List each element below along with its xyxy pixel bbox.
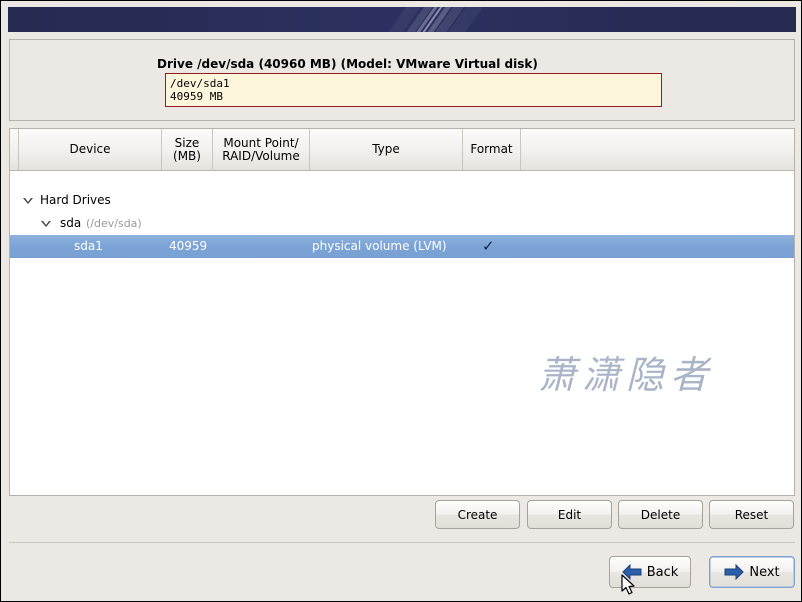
app-banner [8,7,796,32]
drive-graph-panel: Drive /dev/sda (40960 MB) (Model: VMware… [9,39,795,121]
arrow-left-icon [622,564,642,580]
drive-title: Drive /dev/sda (40960 MB) (Model: VMware… [157,57,538,71]
column-header-size[interactable]: Size (MB) [162,129,213,170]
table-row[interactable]: sda1 40959 physical volume (LVM) ✓ [10,235,794,258]
column-header-device[interactable]: Device [18,129,162,170]
table-row[interactable]: sda (/dev/sda) [10,212,794,235]
delete-button[interactable]: Delete [618,500,703,529]
column-header-type[interactable]: Type [310,129,463,170]
next-button-label: Next [749,564,780,580]
cell-device: sda [60,216,82,230]
format-check-icon: ✓ [482,237,495,255]
cell-type: physical volume (LVM) [312,239,447,253]
partition-bar-name: /dev/sda1 [170,77,230,90]
back-button[interactable]: Back [609,556,691,588]
watermark-text: 萧潇隐者 [538,353,715,397]
edit-button[interactable]: Edit [527,500,612,529]
column-header-format[interactable]: Format [463,129,521,170]
cell-size: 40959 [169,239,208,253]
table-row[interactable]: Hard Drives [10,189,794,212]
partition-bar-size: 40959 MB [170,90,223,103]
expander-triangle-icon[interactable] [23,198,33,204]
create-button[interactable]: Create [435,500,520,529]
installer-window: Drive /dev/sda (40960 MB) (Model: VMware… [0,0,802,602]
column-header-mount-point[interactable]: Mount Point/ RAID/Volume [213,129,310,170]
partition-tree-panel: Device Size (MB) Mount Point/ RAID/Volum… [9,128,795,496]
expander-triangle-icon[interactable] [41,221,51,227]
table-header-row: Device Size (MB) Mount Point/ RAID/Volum… [10,129,794,171]
cell-device-note: (/dev/sda) [86,217,142,230]
nav-separator [9,542,795,543]
table-body: 萧潇隐者 Hard Drives sda (/dev/sda) sda1 409… [10,171,794,495]
cell-device: sda1 [74,239,103,253]
next-button[interactable]: Next [709,556,795,588]
cell-device: Hard Drives [40,193,111,207]
partition-bar-sda1[interactable]: /dev/sda1 40959 MB [165,73,662,107]
back-button-label: Back [646,564,679,580]
column-header-filler [521,129,794,170]
arrow-right-icon [724,564,745,580]
reset-button[interactable]: Reset [709,500,794,529]
